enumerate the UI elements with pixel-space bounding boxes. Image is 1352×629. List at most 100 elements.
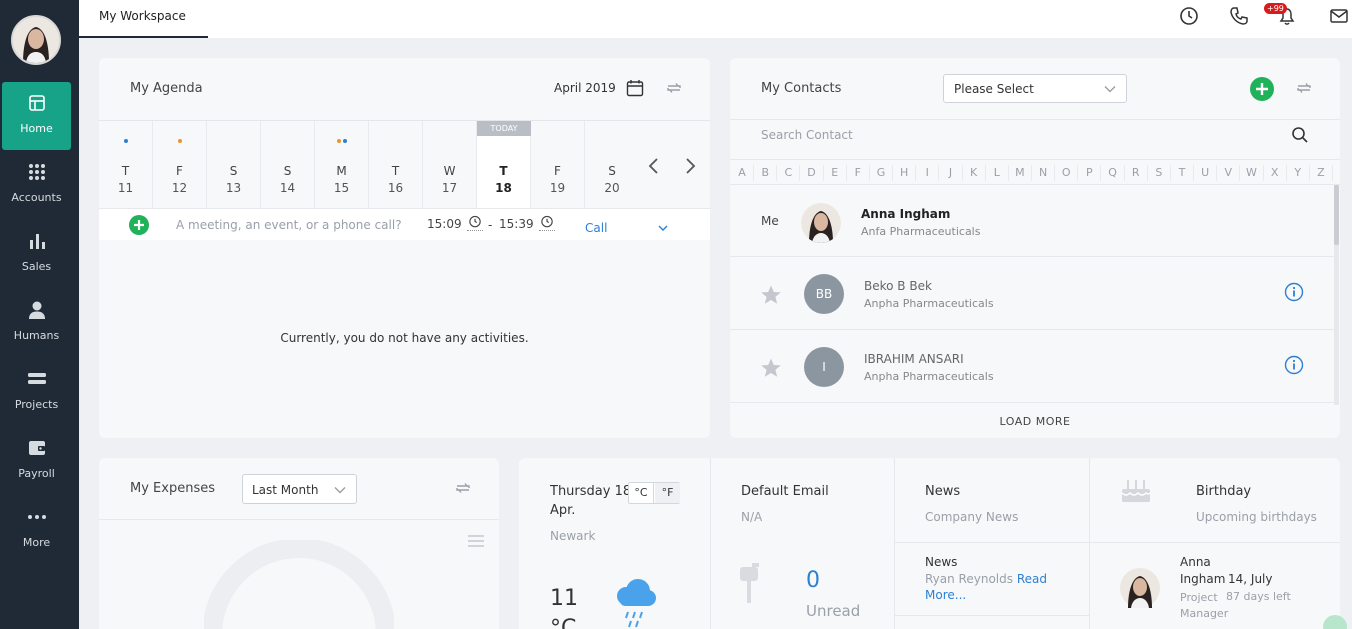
alphabet-letter[interactable]: X — [1264, 165, 1287, 181]
refresh-icon[interactable] — [665, 79, 683, 97]
alphabet-letter[interactable]: J — [939, 165, 963, 181]
alphabet-letter[interactable]: Y — [1287, 165, 1310, 181]
tab-my-workspace[interactable]: My Workspace — [79, 0, 208, 38]
user-avatar[interactable] — [11, 15, 61, 65]
phone-icon[interactable] — [1229, 6, 1249, 26]
calendar-day[interactable]: T 11 — [99, 121, 153, 211]
start-clock-icon[interactable] — [467, 215, 483, 231]
contacts-scrollbar[interactable] — [1334, 185, 1339, 405]
mail-icon[interactable] — [1329, 6, 1349, 26]
alphabet-letter[interactable]: N — [1032, 165, 1056, 181]
user-icon — [28, 301, 45, 319]
end-time[interactable]: 15:39 — [499, 217, 534, 231]
start-time[interactable]: 15:09 — [427, 217, 462, 231]
day-number: 12 — [171, 181, 188, 195]
weather-widget: Thursday 18 Apr. °C °F Newark 11 °C — [519, 458, 711, 629]
star-icon[interactable] — [760, 357, 782, 379]
chevron-down-icon — [334, 487, 346, 494]
refresh-icon[interactable] — [1295, 79, 1313, 97]
alphabet-letter[interactable]: U — [1194, 165, 1218, 181]
alphabet-letter[interactable]: P — [1078, 165, 1102, 181]
calendar-day[interactable]: F 19 — [531, 121, 585, 211]
calendar-day[interactable]: T 16 — [369, 121, 423, 211]
sidebar-item-home[interactable]: Home — [2, 82, 71, 150]
alphabet-letter[interactable]: F — [847, 165, 870, 181]
alphabet-letter[interactable]: B — [754, 165, 778, 181]
add-contact-icon[interactable] — [1250, 77, 1274, 101]
news-item-title[interactable]: News — [925, 555, 957, 569]
calendar-icon[interactable] — [626, 79, 644, 97]
sidebar-item-humans[interactable]: Humans — [2, 289, 71, 357]
scrollbar-thumb[interactable] — [1334, 185, 1339, 245]
alphabet-letter[interactable]: D — [800, 165, 824, 181]
alphabet-letter[interactable]: E — [824, 165, 847, 181]
contact-row[interactable]: I IBRAHIM ANSARI Anpha Pharmaceuticals — [730, 331, 1334, 403]
day-weekday: S — [229, 164, 238, 178]
search-input[interactable]: Search Contact — [761, 128, 853, 142]
menu-icon[interactable] — [468, 534, 484, 548]
info-icon[interactable] — [1284, 282, 1304, 302]
calendar-day[interactable]: W 17 — [423, 121, 477, 211]
avatar-portrait — [13, 17, 59, 63]
agenda-month[interactable]: April 2019 — [554, 81, 616, 95]
refresh-icon[interactable] — [454, 479, 472, 497]
sidebar-item-accounts[interactable]: Accounts — [2, 151, 71, 219]
star-icon[interactable] — [760, 284, 782, 306]
alphabet-letter[interactable]: Q — [1101, 165, 1125, 181]
add-activity-icon[interactable] — [129, 215, 149, 235]
chevron-right-icon[interactable] — [683, 157, 697, 175]
activity-type-select[interactable]: Call — [585, 221, 607, 235]
select-value: Please Select — [954, 82, 1034, 96]
alphabet-letter[interactable]: K — [963, 165, 986, 181]
unit-f-button[interactable]: °F — [655, 483, 680, 503]
info-icon[interactable] — [1284, 355, 1304, 375]
event-dot — [123, 139, 128, 143]
contacts-filter-select[interactable]: Please Select — [943, 74, 1127, 103]
divider — [895, 615, 1090, 616]
activity-input[interactable]: A meeting, an event, or a phone call? — [176, 218, 402, 232]
alphabet-letter[interactable]: S — [1148, 165, 1171, 181]
alphabet-letter[interactable]: M — [1009, 165, 1032, 181]
alphabet-letter[interactable]: G — [870, 165, 894, 181]
sidebar-item-payroll[interactable]: Payroll — [2, 427, 71, 495]
alphabet-letter[interactable]: R — [1125, 165, 1148, 181]
chat-bubble-icon[interactable] — [1322, 614, 1348, 629]
sidebar-item-projects[interactable]: Projects — [2, 358, 71, 426]
calendar-day[interactable]: S 14 — [261, 121, 315, 211]
day-number: 17 — [441, 181, 458, 195]
clock-icon[interactable] — [1179, 6, 1199, 26]
alphabet-letter[interactable]: W — [1240, 165, 1264, 181]
calendar-day[interactable]: M 15 — [315, 121, 369, 211]
alphabet-letter[interactable]: A — [731, 165, 755, 181]
read-more-link[interactable]: Read — [1017, 572, 1047, 586]
contact-name: IBRAHIM ANSARI — [864, 352, 964, 366]
alphabet-letter[interactable]: C — [777, 165, 801, 181]
calendar-day[interactable]: F 12 — [153, 121, 207, 211]
read-more-link-continued[interactable]: More... — [925, 588, 966, 602]
alphabet-letter[interactable]: H — [893, 165, 917, 181]
alphabet-letter[interactable]: O — [1055, 165, 1079, 181]
calendar-strip: T 11 F 12 S 13 S 14 M 15 T 16 W 17 TODAY… — [99, 120, 710, 211]
alphabet-letter[interactable]: T — [1171, 165, 1195, 181]
load-more-button[interactable]: LOAD MORE — [730, 415, 1340, 428]
end-clock-icon[interactable] — [539, 215, 555, 231]
chevron-left-icon[interactable] — [647, 157, 661, 175]
search-icon[interactable] — [1291, 126, 1309, 144]
expenses-period-select[interactable]: Last Month — [242, 474, 357, 504]
accounts-icon — [28, 164, 45, 180]
contact-me-row[interactable]: Me Anna Ingham Anfa Pharmaceuticals — [730, 185, 1334, 257]
alphabet-letter[interactable]: I — [916, 165, 940, 181]
alphabet-letter[interactable]: Z — [1310, 165, 1333, 181]
sidebar-item-label: Sales — [21, 260, 52, 273]
calendar-day-today[interactable]: TODAY T 18 — [477, 121, 531, 211]
contact-row[interactable]: BB Beko B Bek Anpha Pharmaceuticals — [730, 258, 1334, 330]
calendar-day[interactable]: S 20 — [585, 121, 639, 211]
alphabet-letter[interactable]: V — [1217, 165, 1241, 181]
unit-c-button[interactable]: °C — [629, 483, 654, 503]
sidebar: Home Accounts Sales Humans Projects Payr… — [0, 0, 79, 629]
calendar-day[interactable]: S 13 — [207, 121, 261, 211]
sidebar-item-sales[interactable]: Sales — [2, 220, 71, 288]
alphabet-letter[interactable]: L — [986, 165, 1009, 181]
chevron-down-icon[interactable] — [658, 224, 668, 232]
sidebar-item-more[interactable]: More — [2, 496, 71, 564]
